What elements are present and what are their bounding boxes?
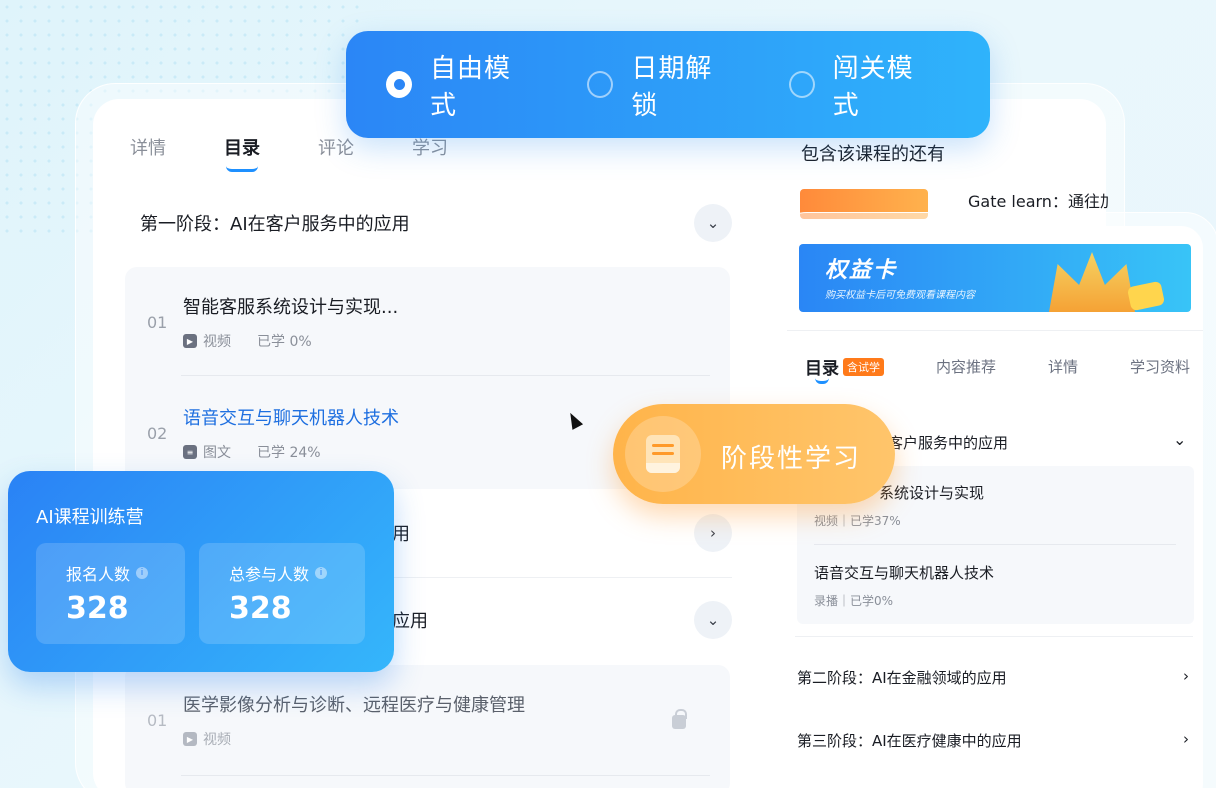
- phone-tab-materials[interactable]: 学习资料: [1130, 356, 1190, 377]
- participants-stat: 总参与人数 i 328: [199, 543, 365, 644]
- mode-option-date-unlock[interactable]: 日期解锁: [587, 48, 734, 122]
- divider: [181, 775, 710, 776]
- mode-label: 日期解锁: [631, 53, 713, 121]
- lesson-item[interactable]: 01 医学影像分析与诊断、远程医疗与健康管理 ▶ 视频: [125, 665, 730, 775]
- book-icon: [646, 435, 680, 473]
- enrolled-value: 328: [66, 591, 129, 626]
- chevron-right-icon: ›: [1183, 667, 1189, 685]
- info-icon[interactable]: i: [315, 567, 328, 579]
- lock-icon: [672, 709, 687, 729]
- lesson-progress: 已学 24%: [257, 445, 321, 461]
- stage-2-title: 用: [392, 524, 410, 545]
- lesson-number: 01: [147, 313, 168, 332]
- active-tab-indicator: [226, 166, 258, 172]
- lesson-meta: ≡ 图文 已学 24%: [183, 442, 321, 462]
- phone-lesson-title[interactable]: 系统设计与实现: [879, 482, 984, 503]
- chevron-down-icon[interactable]: ⌄: [694, 204, 732, 242]
- trial-badge: 含试学: [843, 357, 884, 376]
- lesson-progress: 已学 0%: [257, 334, 312, 350]
- vip-title: 权益卡: [825, 258, 898, 283]
- radio-selected-icon[interactable]: [386, 71, 412, 98]
- phone-stage-2-row[interactable]: 第二阶段：AI在金融领域的应用 ›: [797, 667, 1189, 688]
- lesson-title: 智能客服系统设计与实现...: [183, 297, 399, 318]
- vip-card-banner[interactable]: 权益卡 购买权益卡后可免费观看课程内容: [799, 244, 1191, 312]
- phone-stage-3-title: 第三阶段：AI在医疗健康中的应用: [797, 732, 1022, 750]
- learning-mode-bar: 自由模式 日期解锁 闯关模式: [346, 31, 990, 138]
- participants-label-row: 总参与人数 i: [229, 561, 328, 585]
- phone-tab-catalog[interactable]: 目录 含试学: [805, 354, 884, 384]
- divider: [787, 330, 1203, 331]
- info-icon[interactable]: i: [136, 567, 149, 579]
- lesson-meta: ▶ 视频 已学 0%: [183, 331, 312, 351]
- tab-comments[interactable]: 评论: [318, 134, 354, 160]
- mode-label: 闯关模式: [832, 53, 914, 121]
- lesson-title: 语音交互与聊天机器人技术: [183, 408, 399, 429]
- also-included-item[interactable]: Gate learn：通往加: [968, 188, 1108, 212]
- mode-label: 自由模式: [430, 53, 512, 121]
- tab-catalog-label: 目录: [224, 138, 260, 159]
- phone-lesson-meta: 视频｜已学37%: [814, 514, 901, 528]
- chevron-right-icon: ›: [1183, 730, 1189, 748]
- phone-tab-catalog-label: 目录: [805, 359, 839, 379]
- chevron-right-icon[interactable]: ›: [694, 514, 732, 552]
- document-icon: ≡: [183, 445, 197, 459]
- divider: [795, 636, 1193, 637]
- lesson-meta: ▶ 视频: [183, 729, 231, 749]
- participants-label: 总参与人数: [229, 565, 310, 584]
- lesson-number: 01: [147, 711, 168, 730]
- phone-tab-recommend[interactable]: 内容推荐: [936, 356, 996, 377]
- stage-3-lessons: 01 医学影像分析与诊断、远程医疗与健康管理 ▶ 视频: [125, 665, 730, 788]
- video-icon: ▶: [183, 732, 197, 746]
- phone-screen: 权益卡 购买权益卡后可免费观看课程内容 目录 含试学 内容推荐 详情 学习资料 …: [787, 226, 1203, 788]
- camp-stats-card: AI课程训练营 报名人数 i 328 总参与人数 i 328: [8, 471, 394, 672]
- gem-icon: [1126, 280, 1166, 312]
- divider: [181, 375, 710, 376]
- chevron-down-icon[interactable]: ⌄: [694, 601, 732, 639]
- chevron-down-icon[interactable]: ⌄: [1173, 430, 1186, 449]
- mode-option-free[interactable]: 自由模式: [386, 48, 533, 122]
- phone-lesson-meta: 录播｜已学0%: [814, 594, 894, 608]
- phone-tab-details[interactable]: 详情: [1048, 356, 1078, 377]
- lesson-type: 图文: [203, 445, 231, 461]
- vip-subtitle: 购买权益卡后可免费观看课程内容: [825, 290, 975, 301]
- tab-catalog[interactable]: 目录: [224, 134, 260, 172]
- phone-stage-2-title: 第二阶段：AI在金融领域的应用: [797, 669, 1007, 687]
- video-icon: ▶: [183, 334, 197, 348]
- tab-details[interactable]: 详情: [130, 134, 166, 160]
- enrolled-stat: 报名人数 i 328: [36, 543, 185, 644]
- lesson-title: 医学影像分析与诊断、远程医疗与健康管理: [183, 695, 525, 716]
- lesson-type: 视频: [203, 334, 231, 350]
- mode-option-level[interactable]: 闯关模式: [788, 48, 936, 122]
- staged-learning-label: 阶段性学习: [721, 444, 862, 474]
- divider: [814, 544, 1176, 545]
- also-included-title: 包含该课程的还有: [801, 144, 945, 165]
- stage-1-header[interactable]: 第一阶段：AI在客户服务中的应用 ⌄: [140, 204, 732, 242]
- lesson-number: 02: [147, 424, 168, 443]
- phone-lesson-title[interactable]: 语音交互与聊天机器人技术: [814, 562, 994, 583]
- radio-icon[interactable]: [788, 71, 815, 98]
- camp-title: AI课程训练营: [36, 507, 144, 528]
- enrolled-label-row: 报名人数 i: [66, 561, 149, 585]
- stage-3-title: 应用: [392, 611, 428, 632]
- phone-tabs: 目录 含试学 内容推荐 详情 学习资料: [805, 354, 1190, 384]
- lesson-type: 视频: [203, 732, 231, 748]
- stage-1-title: 第一阶段：AI在客户服务中的应用: [140, 214, 410, 235]
- enrolled-label: 报名人数: [66, 565, 131, 584]
- phone-stage-3-row[interactable]: 第三阶段：AI在医疗健康中的应用 ›: [797, 730, 1189, 751]
- lesson-item[interactable]: 01 智能客服系统设计与实现... ▶ 视频 已学 0%: [125, 267, 730, 377]
- radio-icon[interactable]: [587, 71, 614, 98]
- participants-value: 328: [229, 591, 292, 626]
- crown-icon: [1049, 252, 1135, 312]
- staged-learning-badge[interactable]: 阶段性学习: [613, 404, 895, 504]
- active-tab-indicator: [815, 378, 829, 384]
